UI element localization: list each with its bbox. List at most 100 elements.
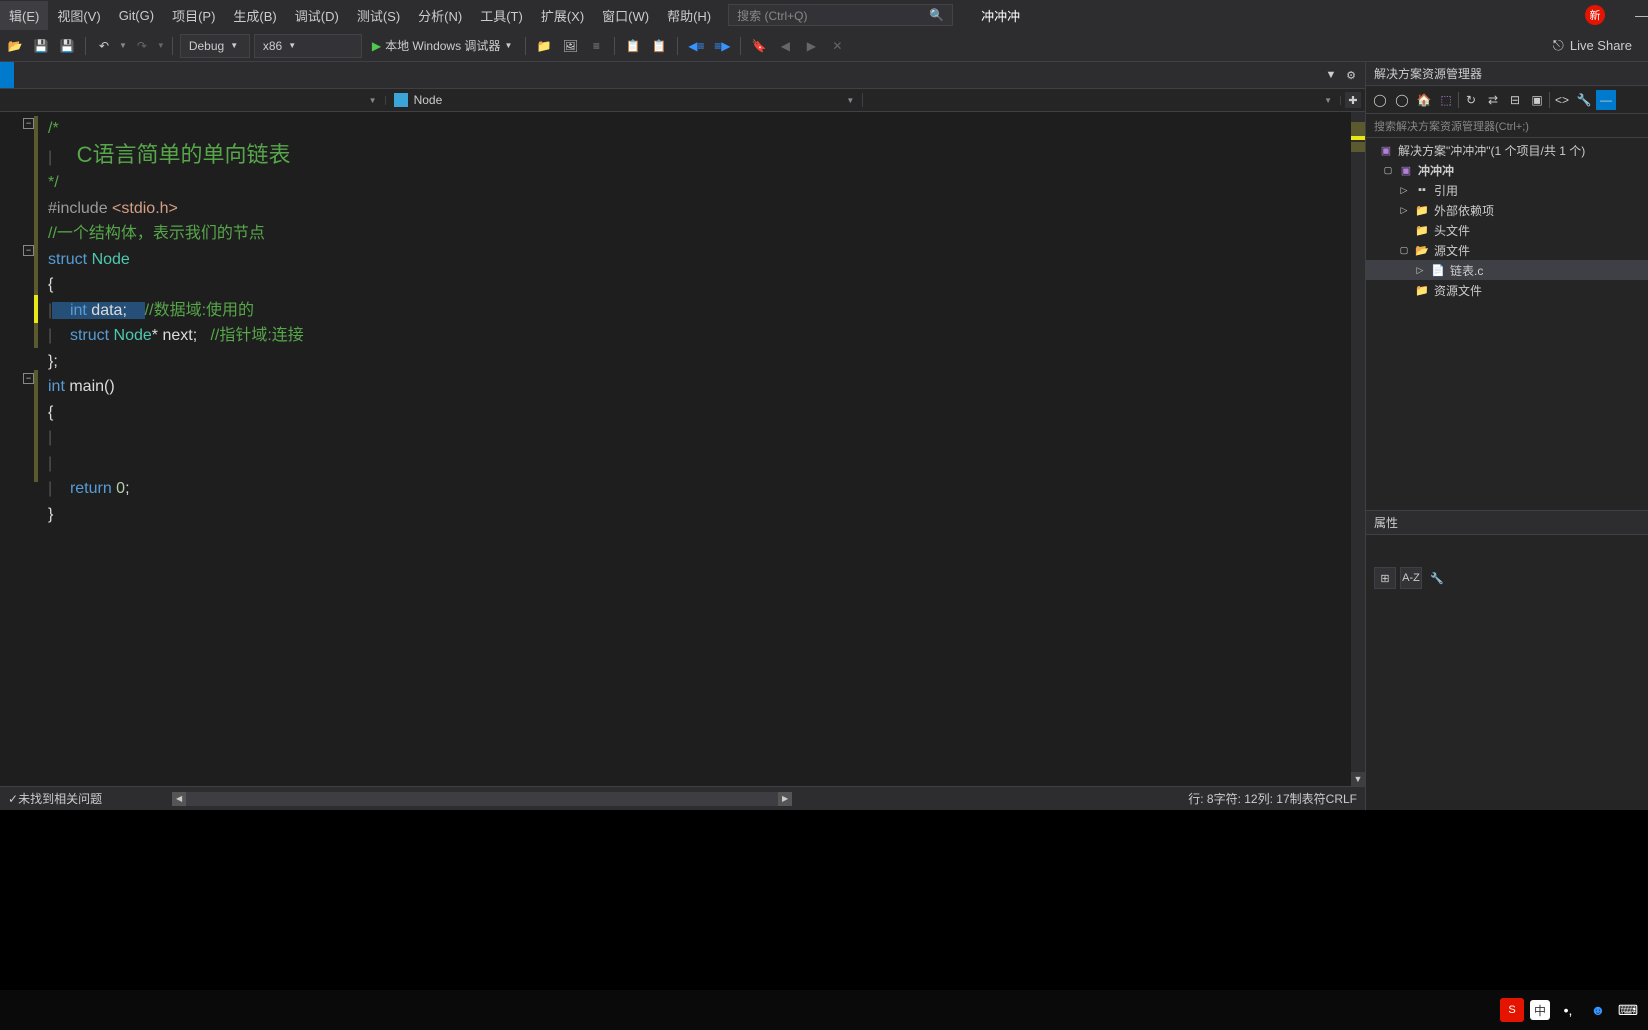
emoji-icon[interactable]: ☻ [1586, 998, 1610, 1022]
show-all-icon[interactable]: ▣ [1527, 90, 1547, 110]
tabs-indicator[interactable]: 制表符 [1290, 790, 1326, 807]
menu-edit[interactable]: 辑(E) [0, 1, 48, 30]
image-icon[interactable]: 🖼 [559, 35, 581, 57]
scroll-down-icon[interactable]: ▼ [1351, 772, 1365, 786]
menu-git[interactable]: Git(G) [110, 3, 163, 28]
menu-window[interactable]: 窗口(W) [593, 1, 658, 30]
tree-resources[interactable]: 📁 资源文件 [1366, 280, 1648, 300]
save-icon[interactable]: 💾 [30, 35, 52, 57]
property-pages-button[interactable]: 🔧 [1426, 567, 1448, 589]
code-text: > [169, 200, 178, 217]
back-icon[interactable]: ◯ [1370, 90, 1390, 110]
line-indicator[interactable]: 行: 8 [1188, 790, 1213, 807]
menu-tools[interactable]: 工具(T) [471, 1, 532, 30]
menu-extensions[interactable]: 扩展(X) [532, 1, 593, 30]
nav-type-dropdown[interactable]: Node ▼ [386, 93, 864, 107]
chevron-down-icon: ▼ [504, 41, 512, 50]
tree-solution-root[interactable]: ▣ 解决方案"冲冲冲"(1 个项目/共 1 个) [1366, 140, 1648, 160]
menu-build[interactable]: 生成(B) [224, 1, 285, 30]
ime-mode-icon[interactable]: •, [1556, 998, 1580, 1022]
decrease-indent-icon[interactable]: ◀≡ [685, 35, 707, 57]
minimize-button[interactable]: — [1635, 8, 1648, 23]
language-indicator[interactable]: 中 [1530, 1000, 1550, 1020]
struct-icon [394, 93, 408, 107]
expand-toggle[interactable]: ▢ [1382, 165, 1394, 176]
horizontal-scrollbar[interactable]: ◀ ▶ [172, 792, 792, 806]
nav-scope-dropdown[interactable]: ▼ [0, 96, 386, 105]
expand-toggle[interactable]: ▢ [1398, 245, 1410, 256]
code-text: { [48, 276, 53, 293]
clear-bookmarks-icon[interactable]: ✕ [826, 35, 848, 57]
save-all-icon[interactable]: 💾 [56, 35, 78, 57]
redo-icon[interactable]: ↷ [131, 35, 153, 57]
home-icon[interactable]: 🏠 [1414, 90, 1434, 110]
configuration-dropdown[interactable]: Debug ▼ [180, 34, 250, 58]
global-search-input[interactable]: 搜索 (Ctrl+Q) 🔍 [728, 4, 953, 26]
char-indicator[interactable]: 字符: 12 [1214, 790, 1258, 807]
uncomment-icon[interactable]: 📋 [648, 35, 670, 57]
menu-analyze[interactable]: 分析(N) [409, 1, 471, 30]
next-bookmark-icon[interactable]: ▶ [800, 35, 822, 57]
tree-external-deps[interactable]: ▷ 📁 外部依赖项 [1366, 200, 1648, 220]
sync-icon[interactable]: ⇄ [1483, 90, 1503, 110]
menu-help[interactable]: 帮助(H) [658, 1, 720, 30]
switch-view-icon[interactable]: ⬚ [1436, 90, 1456, 110]
code-text: main [65, 378, 104, 395]
tree-label: 头文件 [1434, 222, 1648, 239]
vertical-scrollbar[interactable]: ▼ [1351, 112, 1365, 786]
fold-toggle[interactable]: − [23, 118, 34, 129]
dropdown-arrow-icon[interactable]: ▼ [1323, 67, 1339, 83]
crlf-indicator[interactable]: CRLF [1326, 792, 1357, 806]
collapse-all-icon[interactable]: ⊟ [1505, 90, 1525, 110]
start-debug-button[interactable]: ▶ 本地 Windows 调试器 ▼ [366, 34, 519, 58]
code-text: }; [48, 353, 58, 370]
platform-dropdown[interactable]: x86 ▼ [254, 34, 362, 58]
tree-references[interactable]: ▷ ▪▪ 引用 [1366, 180, 1648, 200]
col-indicator[interactable]: 列: 17 [1258, 790, 1290, 807]
tree-sources[interactable]: ▢ 📂 源文件 [1366, 240, 1648, 260]
solution-search-input[interactable]: 搜索解决方案资源管理器(Ctrl+;) [1366, 114, 1648, 138]
scroll-left-icon[interactable]: ◀ [172, 792, 186, 806]
undo-icon[interactable]: ↶ [93, 35, 115, 57]
fold-toggle[interactable]: − [23, 373, 34, 384]
fold-toggle[interactable]: − [23, 245, 34, 256]
categorized-view-button[interactable]: ⊞ [1374, 567, 1396, 589]
filter-icon[interactable]: — [1596, 90, 1616, 110]
prev-bookmark-icon[interactable]: ◀ [774, 35, 796, 57]
live-share-label: Live Share [1570, 38, 1632, 53]
open-file-icon[interactable]: 📂 [4, 35, 26, 57]
increase-indent-icon[interactable]: ≡▶ [711, 35, 733, 57]
folder-icon: 📁 [1414, 203, 1430, 217]
new-notifications-badge[interactable]: 新 [1585, 5, 1605, 25]
expand-toggle[interactable]: ▷ [1414, 265, 1426, 276]
scroll-right-icon[interactable]: ▶ [778, 792, 792, 806]
nav-member-dropdown[interactable]: ▼ [863, 96, 1341, 105]
tree-headers[interactable]: 📁 头文件 [1366, 220, 1648, 240]
expand-toggle[interactable]: ▷ [1398, 205, 1410, 216]
code-view-icon[interactable]: <> [1552, 90, 1572, 110]
nav-type-label: Node [414, 93, 443, 107]
indent-guides-icon[interactable]: ≡ [585, 35, 607, 57]
menu-test[interactable]: 测试(S) [348, 1, 409, 30]
new-folder-icon[interactable]: 📁 [533, 35, 555, 57]
comment-out-icon[interactable]: 📋 [622, 35, 644, 57]
code-text: ; [193, 327, 211, 344]
properties-icon[interactable]: 🔧 [1574, 90, 1594, 110]
forward-icon[interactable]: ◯ [1392, 90, 1412, 110]
alphabetical-view-button[interactable]: A-Z [1400, 567, 1422, 589]
tree-project[interactable]: ▢ ▣ 冲冲冲 [1366, 160, 1648, 180]
split-editor-button[interactable]: ✚ [1345, 92, 1361, 108]
settings-gear-icon[interactable]: ⚙ [1343, 67, 1359, 83]
menu-view[interactable]: 视图(V) [48, 1, 109, 30]
menu-project[interactable]: 项目(P) [163, 1, 224, 30]
menu-debug[interactable]: 调试(D) [286, 1, 348, 30]
bookmark-icon[interactable]: 🔖 [748, 35, 770, 57]
live-share-button[interactable]: ⎋ Live Share [1541, 37, 1644, 54]
code-editor[interactable]: /* | C语言简单的单向链表 */ #include <stdio.h> //… [36, 112, 1365, 786]
active-tab-indicator[interactable] [0, 62, 14, 88]
expand-toggle[interactable]: ▷ [1398, 185, 1410, 196]
refresh-icon[interactable]: ↻ [1461, 90, 1481, 110]
keyboard-icon[interactable]: ⌨ [1616, 998, 1640, 1022]
sogou-ime-icon[interactable]: S [1500, 998, 1524, 1022]
tree-source-file[interactable]: ▷ 📄 链表.c [1366, 260, 1648, 280]
